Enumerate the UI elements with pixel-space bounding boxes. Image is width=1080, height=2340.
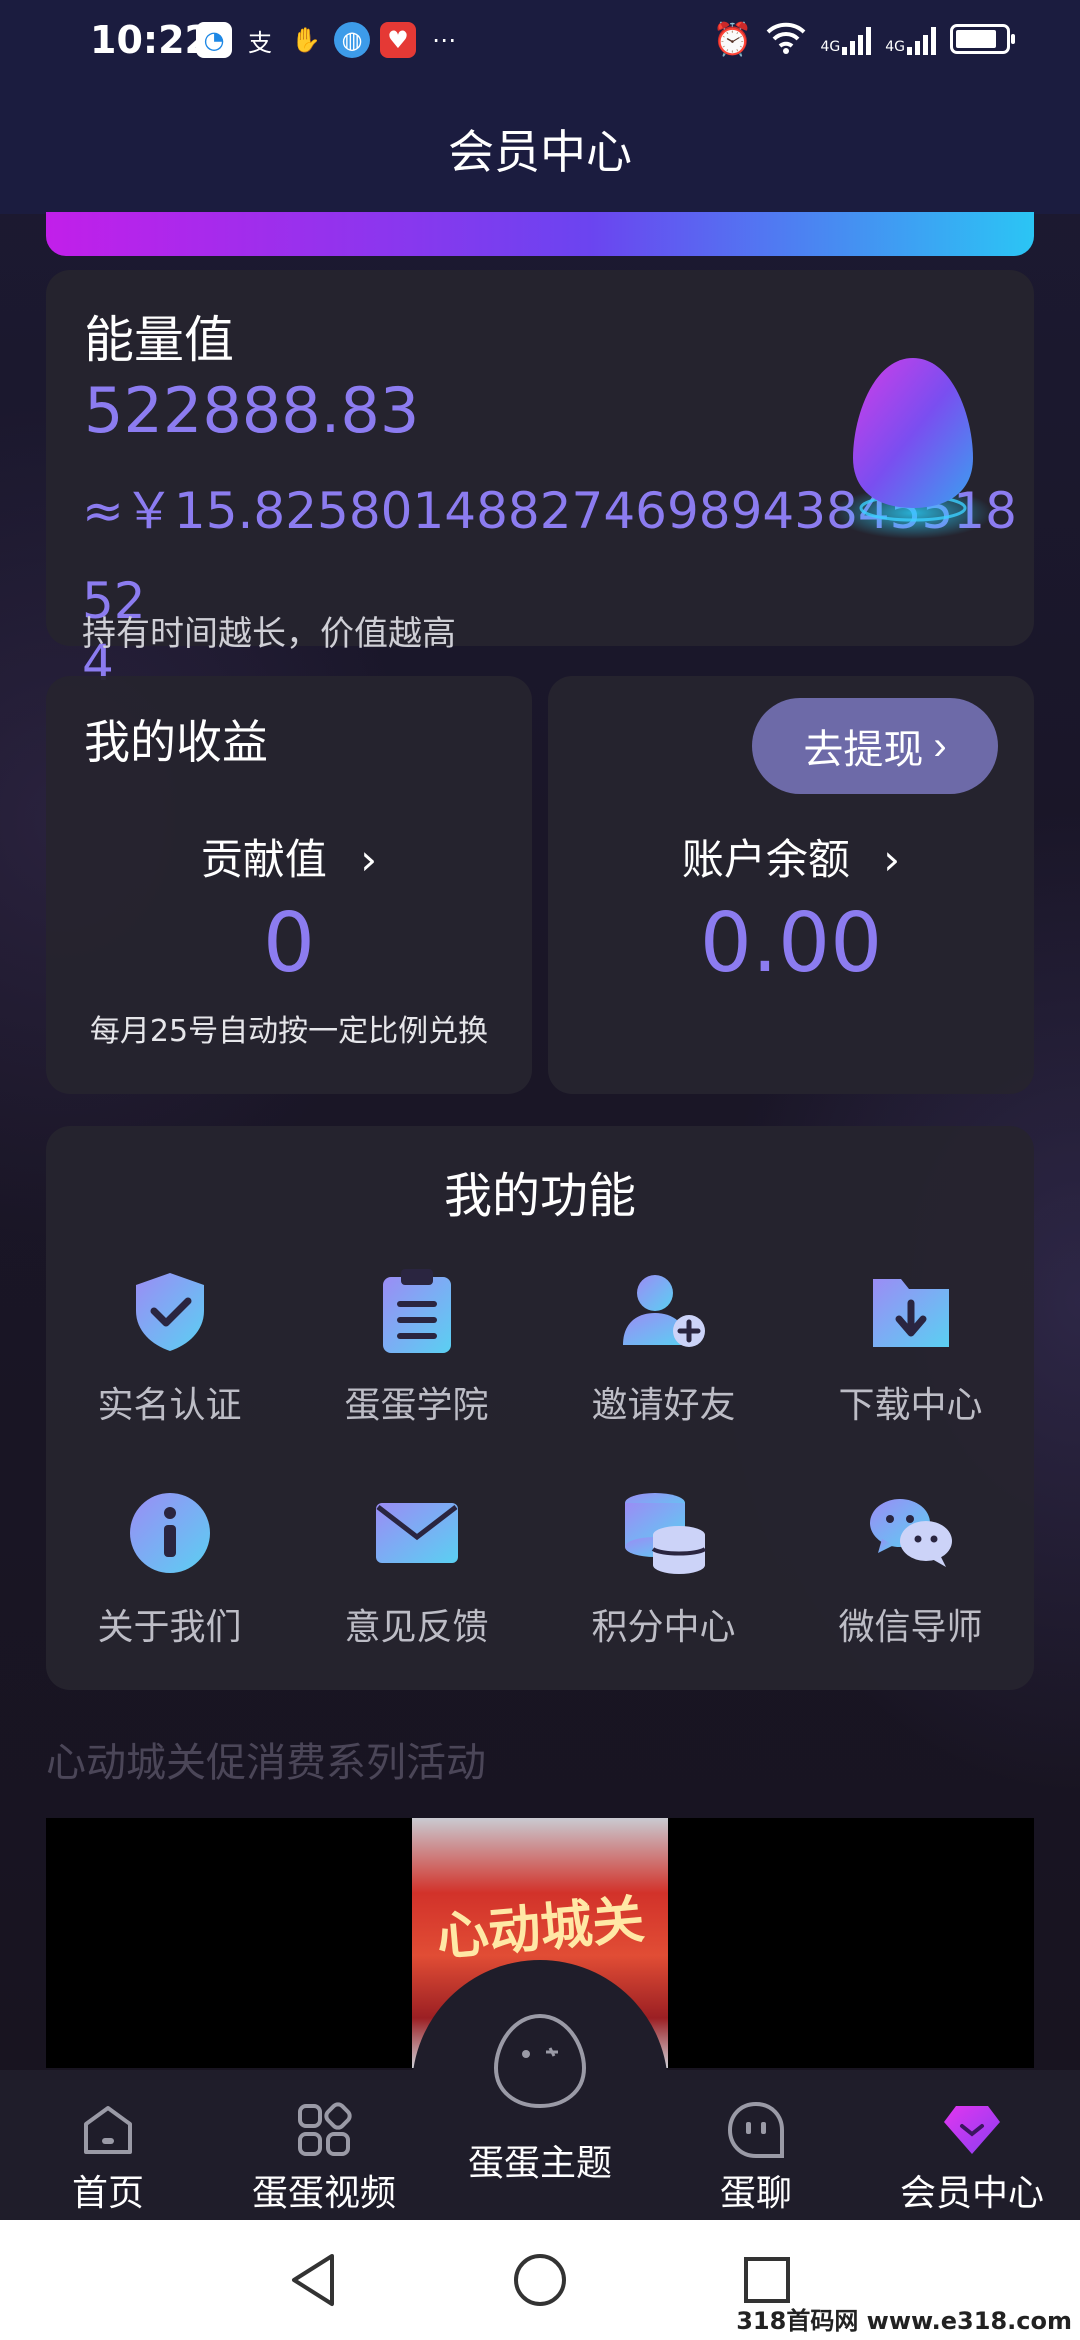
chevron-right-icon: › [883,835,901,884]
function-label: 微信导师 [838,1607,983,1648]
nav-label: 蛋蛋主题 [467,2143,612,2184]
income-note: 每月25号自动按一定比例兑换 [89,1014,489,1049]
function-label: 积分中心 [591,1607,736,1648]
page-title: 会员中心 [448,125,632,179]
nav-label: 会员中心 [899,2173,1044,2214]
balance-label: 账户余额 [681,835,850,884]
chat-face-icon [726,2100,786,2160]
balance-link[interactable]: 账户余额 › [548,826,1034,887]
energy-card: 能量值 522888.83 ≈￥15.825801488274698943845… [46,270,1034,692]
function-download[interactable]: 下载中心 [787,1266,1034,1428]
function-about[interactable]: 关于我们 [46,1488,293,1650]
nav-label: 首页 [71,2173,144,2214]
system-navigation-bar: 318首码网 www.e318.com [0,2220,1080,2340]
battery-icon [950,24,1015,54]
watermark: 318首码网 www.e318.com [736,2307,1072,2335]
clipboard-icon [372,1266,462,1356]
function-wechat[interactable]: 微信导师 [787,1488,1034,1650]
withdraw-button[interactable]: 去提现 › [752,698,998,794]
home-icon [78,2100,138,2160]
balance-value: 0.00 [699,896,883,991]
functions-grid: 实名认证 蛋蛋学院 邀请好友 下载中心 关于我们 意见反馈 积分中心 微信导师 [46,1266,1034,1650]
function-label: 关于我们 [97,1607,242,1648]
status-right: ⏰ 4G 4G [712,20,1015,58]
energy-value: 522888.83 [84,374,420,447]
function-label: 邀请好友 [591,1385,736,1426]
nav-videos[interactable]: 蛋蛋视频 [216,2070,432,2220]
grid-icon [294,2100,354,2160]
function-invite[interactable]: 邀请好友 [540,1266,787,1428]
nav-label: 蛋聊 [719,2173,792,2214]
contribution-link[interactable]: 贡献值 › [46,826,532,887]
balance-card: 去提现 › 账户余额 › 0.00 [548,676,1034,1094]
status-bar: 10:22 ◔ 支 ✋ ◍ ♥ ⋯ ⏰ 4G 4G [0,0,1080,84]
back-icon[interactable] [283,2250,343,2310]
nav-label: 蛋蛋视频 [251,2173,396,2214]
wechat-icon [866,1488,956,1578]
withdraw-label: 去提现 [803,728,924,772]
function-feedback[interactable]: 意见反馈 [293,1488,540,1650]
wifi-icon [766,20,806,58]
nav-home[interactable]: 首页 [0,2070,216,2220]
egg-face-icon [490,2010,590,2110]
function-label: 蛋蛋学院 [344,1385,489,1426]
chat-app-icon: ◔ [196,22,232,58]
income-title: 我的收益 [84,715,268,769]
mail-icon [372,1488,462,1578]
chevron-right-icon: › [360,835,378,884]
function-label: 实名认证 [97,1385,242,1426]
download-folder-icon [866,1266,956,1356]
signal-bars-icon [842,23,872,55]
signal-bars-icon [907,23,936,55]
energy-note: 持有时间越长，价值越高 [82,614,456,654]
nav-member[interactable]: 会员中心 [864,2070,1080,2220]
promo-title: 心动城关促消费系列活动 [46,1740,486,1786]
function-real-name[interactable]: 实名认证 [46,1266,293,1428]
browser-icon: ◍ [334,22,370,58]
gradient-banner [46,212,1034,256]
app-header: 会员中心 [0,84,1080,214]
chevron-right-icon: › [933,723,947,768]
diamond-icon [942,2100,1002,2160]
income-card: 我的收益 贡献值 › 0 每月25号自动按一定比例兑换 [46,676,532,1094]
notification-icons: ◔ 支 ✋ ◍ ♥ ⋯ [196,22,462,58]
function-points[interactable]: 积分中心 [540,1488,787,1650]
shopping-app-icon: ♥ [380,22,416,58]
add-user-icon [619,1266,709,1356]
alipay-icon: 支 [248,28,272,57]
function-label: 下载中心 [838,1385,983,1426]
contribution-value: 0 [262,896,316,991]
alarm-icon: ⏰ [712,20,753,58]
signal-2: 4G [885,23,936,55]
egg-icon [828,348,993,539]
coins-icon [619,1488,709,1578]
shield-check-icon [125,1266,215,1356]
hand-icon: ✋ [291,26,321,54]
nav-chat[interactable]: 蛋聊 [648,2070,864,2220]
more-notifications-icon: ⋯ [432,26,456,54]
function-label: 意见反馈 [344,1607,489,1648]
contribution-label: 贡献值 [200,835,327,884]
status-time: 10:22 [90,18,211,62]
functions-title: 我的功能 [443,1168,636,1224]
function-academy[interactable]: 蛋蛋学院 [293,1266,540,1428]
bottom-navigation: 首页 蛋蛋视频 蛋蛋主题 蛋聊 会员中心 [0,2013,1080,2220]
network-label: 4G [820,39,841,55]
functions-card: 我的功能 实名认证 蛋蛋学院 邀请好友 下载中心 关于我们 意见反馈 积分中心 … [46,1126,1034,1690]
network-label: 4G [885,39,905,55]
energy-title: 能量值 [84,311,234,369]
home-circle-icon[interactable] [510,2250,570,2310]
info-icon [125,1488,215,1578]
signal-1: 4G [820,23,872,55]
nav-theme[interactable]: 蛋蛋主题 [432,2013,648,2220]
